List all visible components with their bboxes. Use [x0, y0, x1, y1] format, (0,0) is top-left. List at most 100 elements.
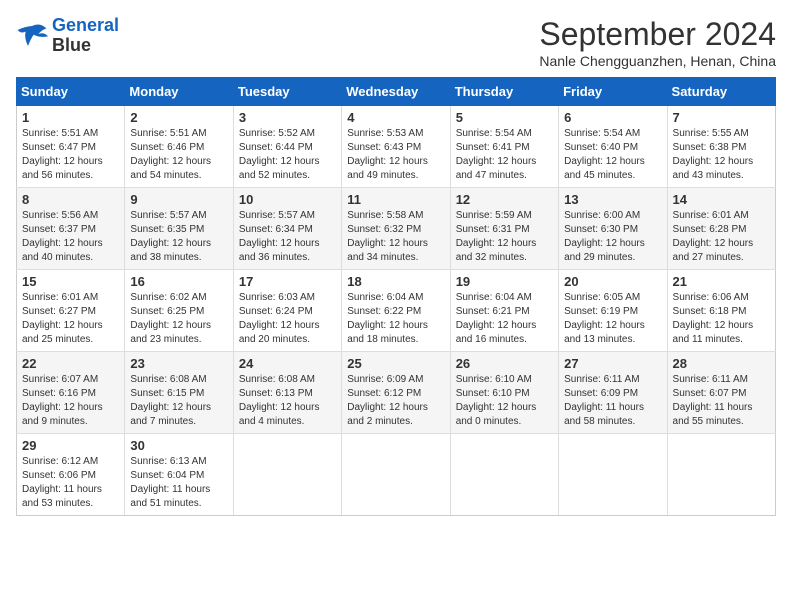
day-number: 5 [456, 110, 553, 125]
day-number: 7 [673, 110, 770, 125]
calendar-cell [233, 434, 341, 516]
day-number: 27 [564, 356, 661, 371]
day-info: Sunrise: 6:06 AM Sunset: 6:18 PM Dayligh… [673, 291, 770, 347]
calendar-cell [342, 434, 450, 516]
day-number: 3 [239, 110, 336, 125]
weekday-header-friday: Friday [559, 78, 667, 106]
day-info: Sunrise: 6:08 AM Sunset: 6:15 PM Dayligh… [130, 373, 227, 429]
day-info: Sunrise: 6:09 AM Sunset: 6:12 PM Dayligh… [347, 373, 444, 429]
day-info: Sunrise: 6:01 AM Sunset: 6:28 PM Dayligh… [673, 209, 770, 265]
calendar-cell: 22 Sunrise: 6:07 AM Sunset: 6:16 PM Dayli… [17, 352, 125, 434]
calendar-cell: 28Sunrise: 6:11 AM Sunset: 6:07 PM Dayli… [667, 352, 775, 434]
logo-line2: Blue [52, 36, 119, 56]
calendar-cell: 19Sunrise: 6:04 AM Sunset: 6:21 PM Dayli… [450, 270, 558, 352]
day-number: 29 [22, 438, 119, 453]
day-number: 8 [22, 192, 119, 207]
location: Nanle Chengguanzhen, Henan, China [539, 53, 776, 69]
month-title: September 2024 [539, 16, 776, 53]
calendar-cell: 15 Sunrise: 6:01 AM Sunset: 6:27 PM Dayli… [17, 270, 125, 352]
calendar-cell: 3 Sunrise: 5:52 AM Sunset: 6:44 PM Daylig… [233, 106, 341, 188]
day-info: Sunrise: 6:11 AM Sunset: 6:09 PM Dayligh… [564, 373, 661, 429]
weekday-header-thursday: Thursday [450, 78, 558, 106]
day-info: Sunrise: 5:55 AM Sunset: 6:38 PM Dayligh… [673, 127, 770, 183]
day-info: Sunrise: 6:11 AM Sunset: 6:07 PM Dayligh… [673, 373, 770, 429]
calendar-cell: 21 Sunrise: 6:06 AM Sunset: 6:18 PM Dayli… [667, 270, 775, 352]
day-number: 30 [130, 438, 227, 453]
day-info: Sunrise: 6:12 AM Sunset: 6:06 PM Dayligh… [22, 455, 119, 511]
weekday-header-sunday: Sunday [17, 78, 125, 106]
day-info: Sunrise: 6:03 AM Sunset: 6:24 PM Dayligh… [239, 291, 336, 347]
day-number: 9 [130, 192, 227, 207]
day-info: Sunrise: 5:51 AM Sunset: 6:46 PM Dayligh… [130, 127, 227, 183]
day-number: 14 [673, 192, 770, 207]
calendar-cell: 11 Sunrise: 5:58 AM Sunset: 6:32 PM Dayli… [342, 188, 450, 270]
day-number: 10 [239, 192, 336, 207]
day-info: Sunrise: 6:01 AM Sunset: 6:27 PM Dayligh… [22, 291, 119, 347]
calendar-cell: 17 Sunrise: 6:03 AM Sunset: 6:24 PM Dayli… [233, 270, 341, 352]
calendar-cell: 7 Sunrise: 5:55 AM Sunset: 6:38 PM Daylig… [667, 106, 775, 188]
calendar-cell: 6 Sunrise: 5:54 AM Sunset: 6:40 PM Daylig… [559, 106, 667, 188]
calendar-cell: 29 Sunrise: 6:12 AM Sunset: 6:06 PM Dayli… [17, 434, 125, 516]
calendar-cell: 2 Sunrise: 5:51 AM Sunset: 6:46 PM Daylig… [125, 106, 233, 188]
logo-line1: General [52, 15, 119, 35]
day-info: Sunrise: 6:08 AM Sunset: 6:13 PM Dayligh… [239, 373, 336, 429]
day-info: Sunrise: 6:04 AM Sunset: 6:22 PM Dayligh… [347, 291, 444, 347]
day-number: 1 [22, 110, 119, 125]
day-info: Sunrise: 5:54 AM Sunset: 6:41 PM Dayligh… [456, 127, 553, 183]
day-number: 2 [130, 110, 227, 125]
calendar-week-row: 8 Sunrise: 5:56 AM Sunset: 6:37 PM Daylig… [17, 188, 776, 270]
weekday-header-tuesday: Tuesday [233, 78, 341, 106]
day-number: 25 [347, 356, 444, 371]
day-number: 12 [456, 192, 553, 207]
day-info: Sunrise: 5:56 AM Sunset: 6:37 PM Dayligh… [22, 209, 119, 265]
weekday-header-wednesday: Wednesday [342, 78, 450, 106]
calendar-cell [667, 434, 775, 516]
calendar-cell: 4Sunrise: 5:53 AM Sunset: 6:43 PM Daylig… [342, 106, 450, 188]
logo-text: General Blue [52, 16, 119, 56]
weekday-header-saturday: Saturday [667, 78, 775, 106]
day-info: Sunrise: 5:57 AM Sunset: 6:35 PM Dayligh… [130, 209, 227, 265]
day-info: Sunrise: 6:00 AM Sunset: 6:30 PM Dayligh… [564, 209, 661, 265]
day-number: 6 [564, 110, 661, 125]
day-number: 13 [564, 192, 661, 207]
day-number: 11 [347, 192, 444, 207]
calendar-cell: 23 Sunrise: 6:08 AM Sunset: 6:15 PM Dayli… [125, 352, 233, 434]
calendar-week-row: 15 Sunrise: 6:01 AM Sunset: 6:27 PM Dayli… [17, 270, 776, 352]
calendar-week-row: 29 Sunrise: 6:12 AM Sunset: 6:06 PM Dayli… [17, 434, 776, 516]
logo-icon [16, 22, 48, 50]
calendar-cell: 20 Sunrise: 6:05 AM Sunset: 6:19 PM Dayli… [559, 270, 667, 352]
calendar-week-row: 1 Sunrise: 5:51 AM Sunset: 6:47 PM Daylig… [17, 106, 776, 188]
calendar-cell: 26 Sunrise: 6:10 AM Sunset: 6:10 PM Dayli… [450, 352, 558, 434]
day-info: Sunrise: 6:10 AM Sunset: 6:10 PM Dayligh… [456, 373, 553, 429]
calendar-cell: 12Sunrise: 5:59 AM Sunset: 6:31 PM Dayli… [450, 188, 558, 270]
calendar-cell: 1 Sunrise: 5:51 AM Sunset: 6:47 PM Daylig… [17, 106, 125, 188]
day-number: 22 [22, 356, 119, 371]
day-number: 18 [347, 274, 444, 289]
day-number: 20 [564, 274, 661, 289]
day-info: Sunrise: 6:04 AM Sunset: 6:21 PM Dayligh… [456, 291, 553, 347]
weekday-header-monday: Monday [125, 78, 233, 106]
calendar-cell: 10 Sunrise: 5:57 AM Sunset: 6:34 PM Dayli… [233, 188, 341, 270]
calendar-cell [450, 434, 558, 516]
day-info: Sunrise: 5:52 AM Sunset: 6:44 PM Dayligh… [239, 127, 336, 183]
calendar-cell [559, 434, 667, 516]
calendar-cell: 18 Sunrise: 6:04 AM Sunset: 6:22 PM Dayli… [342, 270, 450, 352]
day-info: Sunrise: 5:54 AM Sunset: 6:40 PM Dayligh… [564, 127, 661, 183]
day-number: 15 [22, 274, 119, 289]
day-info: Sunrise: 5:51 AM Sunset: 6:47 PM Dayligh… [22, 127, 119, 183]
calendar-cell: 30Sunrise: 6:13 AM Sunset: 6:04 PM Dayli… [125, 434, 233, 516]
day-info: Sunrise: 6:05 AM Sunset: 6:19 PM Dayligh… [564, 291, 661, 347]
calendar-week-row: 22 Sunrise: 6:07 AM Sunset: 6:16 PM Dayli… [17, 352, 776, 434]
title-area: September 2024 Nanle Chengguanzhen, Hena… [539, 16, 776, 69]
day-number: 17 [239, 274, 336, 289]
day-info: Sunrise: 6:07 AM Sunset: 6:16 PM Dayligh… [22, 373, 119, 429]
day-number: 21 [673, 274, 770, 289]
day-info: Sunrise: 6:02 AM Sunset: 6:25 PM Dayligh… [130, 291, 227, 347]
calendar-cell: 16Sunrise: 6:02 AM Sunset: 6:25 PM Dayli… [125, 270, 233, 352]
day-info: Sunrise: 5:57 AM Sunset: 6:34 PM Dayligh… [239, 209, 336, 265]
calendar-cell: 5 Sunrise: 5:54 AM Sunset: 6:41 PM Daylig… [450, 106, 558, 188]
calendar-header-row: SundayMondayTuesdayWednesdayThursdayFrid… [17, 78, 776, 106]
day-info: Sunrise: 5:58 AM Sunset: 6:32 PM Dayligh… [347, 209, 444, 265]
day-number: 23 [130, 356, 227, 371]
day-number: 26 [456, 356, 553, 371]
